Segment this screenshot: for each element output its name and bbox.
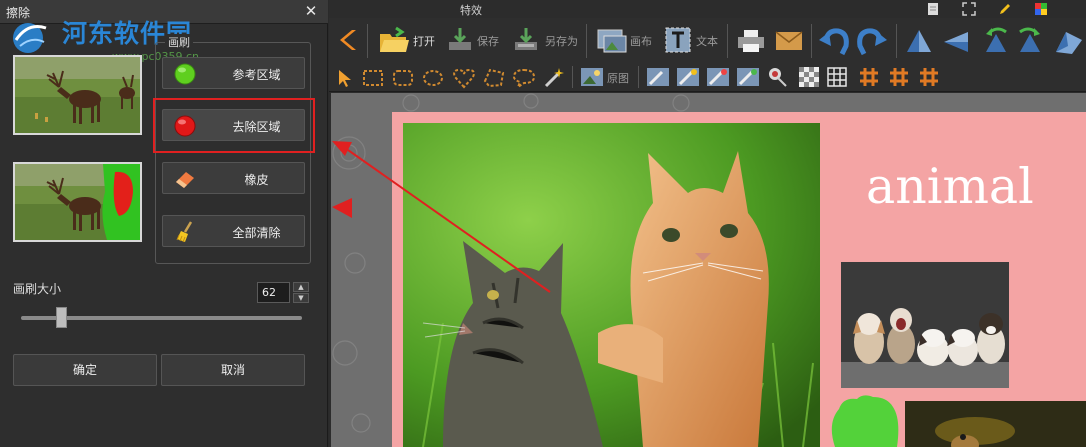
effect-brush-1-icon[interactable] [646,66,670,88]
reference-area-label: 参考区域 [232,68,281,82]
email-icon[interactable] [774,30,804,52]
rotate-right-icon[interactable] [1014,26,1046,56]
effect-brush-3-icon[interactable] [706,66,730,88]
rounded-rect-select-icon[interactable] [392,68,414,88]
preview-thumbnail-original [13,55,142,135]
open-label[interactable]: 打开 [413,33,435,49]
print-icon[interactable] [736,28,766,54]
original-image-icon[interactable] [580,66,604,88]
rect-select-icon[interactable] [362,68,384,88]
reference-area-button[interactable]: 参考区域 [162,57,305,89]
ellipse-select-icon[interactable] [422,68,444,88]
spin-up-arrow-icon[interactable]: ▲ [293,282,309,292]
pencil-icon[interactable] [998,2,1012,16]
save-icon[interactable] [446,26,474,54]
save-as-label[interactable]: 另存为 [545,33,578,49]
transparency-icon[interactable] [798,66,820,88]
hash-grid-2-icon[interactable] [888,66,910,88]
brush-group-label: 画刷 [165,34,193,50]
green-dot-icon [174,63,196,85]
redo-icon[interactable] [856,26,888,56]
toolbar-separator [586,24,587,58]
eye-dropper-icon[interactable] [766,66,790,88]
animal-heading[interactable]: animal [866,158,1034,215]
ok-button[interactable]: 确定 [13,354,157,386]
grid-icon[interactable] [826,66,848,88]
hash-grid-3-icon[interactable] [918,66,940,88]
cancel-button[interactable]: 取消 [161,354,305,386]
eraser-icon [176,172,194,188]
brush-size-input[interactable]: 62 [257,282,290,303]
close-icon[interactable]: ✕ [302,2,320,20]
toolbar-separator [367,24,368,58]
text-icon[interactable] [664,26,692,54]
open-folder-icon[interactable] [378,26,410,54]
brush-size-slider-thumb[interactable] [56,307,68,328]
flip-horizontal-icon[interactable] [942,28,970,56]
pointer-icon[interactable] [336,68,354,88]
preview-thumbnail-masked [13,162,142,242]
eraser-label: 橡皮 [244,173,269,187]
heart-select-icon[interactable] [452,67,476,89]
fullscreen-icon[interactable] [962,2,976,16]
app-title: 特效 [460,4,482,17]
toolbar-separator [638,66,639,88]
broom-icon [176,221,193,243]
rotate-left-icon[interactable] [980,26,1012,56]
back-arrow-icon[interactable] [338,28,360,52]
effect-brush-2-icon[interactable] [676,66,700,88]
document-icon[interactable] [926,2,940,16]
undo-icon[interactable] [818,26,850,56]
clear-all-button[interactable]: 全部清除 [162,215,305,247]
palette-icon[interactable] [1034,2,1048,16]
highlight-box [153,98,315,153]
hash-grid-1-icon[interactable] [858,66,880,88]
toolbar-separator [811,24,812,58]
save-as-icon[interactable] [512,26,540,54]
toolbar-separator [572,66,573,88]
watermark-logo [13,23,47,53]
green-mask-blob [831,395,899,447]
eraser-button[interactable]: 橡皮 [162,162,305,194]
toolbar-separator [896,24,897,58]
magic-wand-icon[interactable] [542,66,566,90]
flip-vertical-icon[interactable] [905,28,933,56]
original-image-label[interactable]: 原图 [607,70,629,86]
squirrel-photo[interactable] [905,401,1086,447]
text-label[interactable]: 文本 [696,33,718,49]
brush-size-label: 画刷大小 [13,282,62,296]
save-label[interactable]: 保存 [477,33,499,49]
clear-all-label: 全部清除 [232,226,281,240]
puppies-photo[interactable] [841,262,1009,388]
canvas-label[interactable]: 画布 [630,33,652,49]
canvas-icon[interactable] [596,26,628,54]
kittens-photo[interactable] [403,123,820,447]
screen: 擦除 ✕ 河东软件园 www.pc0359.cn 画刷 参考区域 去除区域 橡皮… [0,0,1086,447]
skew-icon[interactable] [1052,26,1084,56]
speech-bubble-select-icon[interactable] [512,67,536,89]
toolbar-separator [727,24,728,58]
polygon-select-icon[interactable] [482,67,506,89]
spin-down-arrow-icon[interactable]: ▼ [293,293,309,303]
effect-brush-4-icon[interactable] [736,66,760,88]
